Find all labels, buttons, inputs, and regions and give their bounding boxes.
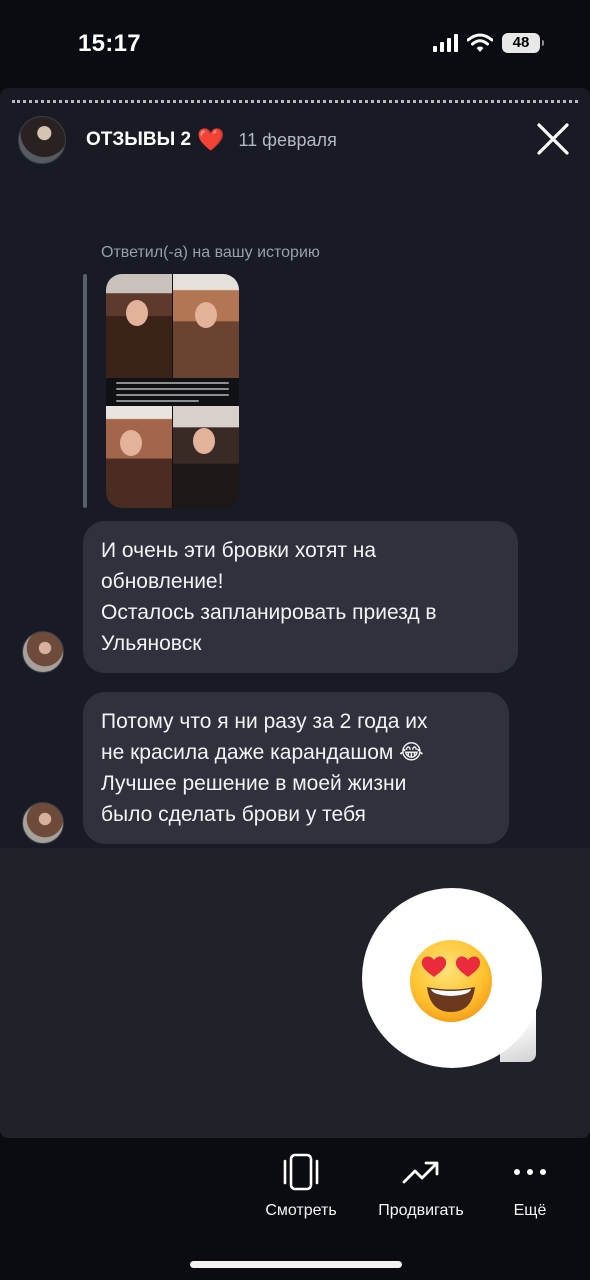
thumbnail-photo	[106, 274, 172, 378]
story-thumbnail[interactable]	[106, 274, 239, 508]
battery-icon: 48	[502, 33, 544, 53]
more-dots-icon	[514, 1169, 546, 1175]
message-line: И очень эти бровки хотят на	[101, 539, 377, 562]
story-date: 11 февраля	[238, 129, 337, 150]
cellular-signal-icon	[433, 34, 458, 52]
message-line: Лучшее решение в моей жизни	[101, 772, 407, 795]
message-line: было сделать брови у тебя	[101, 803, 366, 826]
status-icons: 48	[433, 33, 544, 53]
wifi-icon	[467, 33, 493, 52]
story-author-avatar[interactable]	[18, 116, 66, 164]
thumbnail-photo	[106, 406, 172, 508]
promote-button[interactable]: Продвигать	[362, 1150, 480, 1230]
view-icon	[283, 1153, 319, 1191]
more-button[interactable]: Ещё	[500, 1150, 560, 1230]
thumbnail-text-band	[106, 378, 239, 406]
message-line: не красила даже карандашом 😂	[101, 741, 424, 764]
view-button[interactable]: Смотреть	[250, 1150, 352, 1230]
message-bubble[interactable]: Потому что я ни разу за 2 года их не кра…	[83, 692, 509, 844]
reply-quote-line	[83, 274, 87, 508]
heart-eyes-icon	[410, 940, 492, 1022]
story-header: ОТЗЫВЫ 2 ❤️ 11 февраля	[18, 116, 578, 164]
thumbnail-photo	[173, 406, 239, 508]
trending-up-icon	[402, 1161, 439, 1184]
view-label: Смотреть	[265, 1202, 337, 1219]
story-title: ОТЗЫВЫ 2	[86, 129, 192, 150]
message-line: Ульяновск	[101, 632, 202, 655]
heart-icon: ❤️	[197, 127, 225, 152]
status-bar: 15:17 48	[0, 0, 590, 88]
story-progress-bar	[12, 100, 578, 103]
story-viewer: ОТЗЫВЫ 2 ❤️ 11 февраля Ответил(-а) на ва…	[0, 88, 590, 848]
sender-avatar[interactable]	[22, 802, 64, 844]
message-bubble[interactable]: И очень эти бровки хотят на обновление! …	[83, 521, 518, 673]
message-line: обновление!	[101, 570, 224, 593]
close-icon[interactable]	[532, 118, 574, 160]
more-label: Ещё	[513, 1202, 547, 1219]
home-indicator[interactable]	[190, 1261, 402, 1268]
sender-avatar[interactable]	[22, 631, 64, 673]
reaction-area	[0, 848, 590, 1138]
thumbnail-photo	[173, 274, 239, 378]
message-line: Потому что я ни разу за 2 года их	[101, 710, 428, 733]
status-time: 15:17	[78, 30, 141, 57]
reply-caption: Ответил(-а) на вашу историю	[101, 244, 320, 261]
message-line: Осталось запланировать приезд в	[101, 601, 437, 624]
promote-label: Продвигать	[378, 1202, 464, 1219]
